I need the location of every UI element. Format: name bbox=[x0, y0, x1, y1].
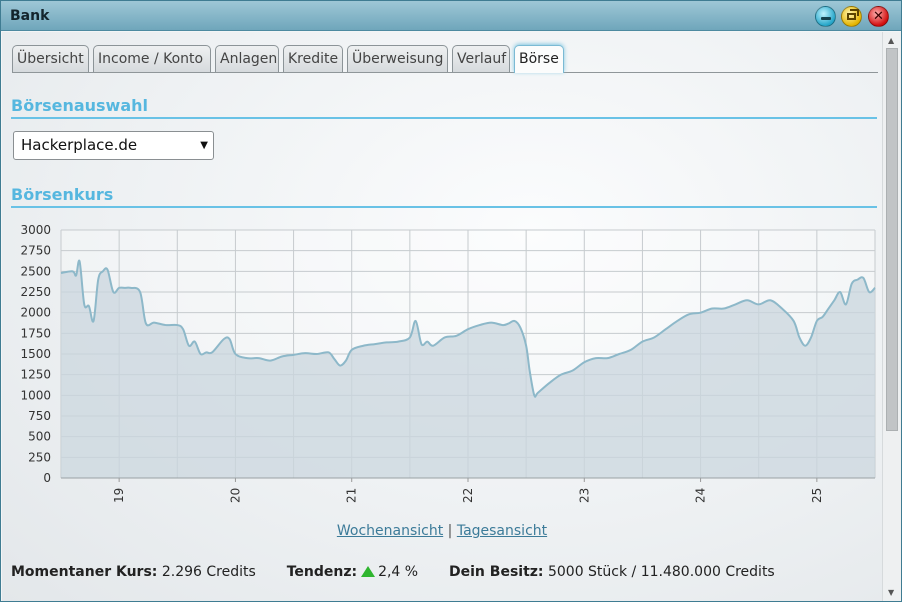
tab-uebersicht[interactable]: Übersicht bbox=[12, 45, 89, 72]
x-tick-label: 19 bbox=[112, 488, 126, 503]
tab-boerse[interactable]: Börse bbox=[514, 45, 564, 73]
y-tick-label: 3000 bbox=[20, 223, 51, 237]
content-panel: Übersicht Income / Konto Anlagen Kredite… bbox=[2, 32, 882, 601]
y-axis: 0 250 500 750 1000 1250 1500 1750 2000 2250 2500 27… bbox=[20, 223, 51, 485]
y-tick-label: 750 bbox=[28, 409, 51, 423]
x-tick-label: 20 bbox=[228, 488, 242, 503]
y-tick-label: 2250 bbox=[20, 285, 51, 299]
minimize-button[interactable] bbox=[815, 6, 836, 27]
y-tick-label: 500 bbox=[28, 430, 51, 444]
exchange-select-value: Hackerplace.de bbox=[21, 136, 138, 154]
x-tick-label: 25 bbox=[810, 488, 824, 503]
holdings-label: Dein Besitz: bbox=[449, 564, 544, 580]
day-view-link[interactable]: Tagesansicht bbox=[457, 523, 547, 539]
trend-up-icon bbox=[361, 566, 376, 577]
scroll-down-icon[interactable]: ▼ bbox=[888, 588, 894, 597]
holdings-value: 5000 Stück / 11.480.000 Credits bbox=[547, 564, 775, 580]
close-icon: ✕ bbox=[873, 9, 884, 24]
tab-kredite[interactable]: Kredite bbox=[283, 45, 343, 72]
x-tick-label: 21 bbox=[345, 488, 359, 503]
y-tick-label: 1500 bbox=[20, 347, 51, 361]
rate-value: 2.296 Credits bbox=[161, 564, 256, 580]
y-tick-label: 0 bbox=[43, 471, 51, 485]
y-tick-label: 1750 bbox=[20, 326, 51, 340]
dropdown-arrow-icon: ▼ bbox=[200, 140, 208, 151]
tab-anlagen[interactable]: Anlagen bbox=[215, 45, 279, 72]
week-view-link[interactable]: Wochenansicht bbox=[337, 523, 443, 539]
window-title: Bank bbox=[10, 8, 50, 24]
x-axis: 19 20 21 22 23 24 25 bbox=[61, 477, 875, 503]
price-chart: 0 250 500 750 1000 1250 1500 1750 2000 2250 2500 27… bbox=[20, 223, 876, 503]
trend-label: Tendenz: bbox=[286, 564, 358, 580]
tab-verlauf[interactable]: Verlauf bbox=[452, 45, 510, 72]
tab-ueberweisung[interactable]: Überweisung bbox=[347, 45, 448, 72]
title-bar[interactable]: Bank ✕ bbox=[1, 1, 901, 31]
view-links: Wochenansicht | Tagesansicht bbox=[2, 523, 882, 539]
bank-window: Bank ✕ Übersicht Income / Konto Anlagen … bbox=[0, 0, 902, 602]
y-tick-label: 1250 bbox=[20, 368, 51, 382]
trend-value: 2,4 % bbox=[378, 564, 419, 580]
y-tick-label: 2500 bbox=[20, 264, 51, 278]
x-tick-label: 23 bbox=[577, 488, 591, 503]
vertical-scrollbar[interactable]: ▲ ▼ bbox=[882, 32, 901, 601]
section-heading-chart: Börsenkurs bbox=[11, 185, 877, 208]
y-tick-label: 1000 bbox=[20, 388, 51, 402]
link-separator: | bbox=[447, 523, 453, 539]
tab-income-konto[interactable]: Income / Konto bbox=[93, 45, 211, 72]
y-tick-label: 2000 bbox=[20, 306, 51, 320]
restore-icon bbox=[847, 9, 859, 20]
x-tick-label: 24 bbox=[694, 488, 708, 503]
scroll-up-icon[interactable]: ▲ bbox=[888, 36, 894, 45]
y-tick-label: 2750 bbox=[20, 244, 51, 258]
maximize-button[interactable] bbox=[841, 6, 862, 27]
y-tick-label: 250 bbox=[28, 450, 51, 464]
tab-bar: Übersicht Income / Konto Anlagen Kredite… bbox=[12, 45, 878, 73]
minimize-icon bbox=[820, 17, 831, 20]
x-tick-label: 22 bbox=[461, 488, 475, 503]
section-heading-exchange: Börsenauswahl bbox=[11, 96, 877, 119]
rate-label: Momentaner Kurs: bbox=[11, 564, 158, 580]
scroll-thumb[interactable] bbox=[886, 48, 898, 431]
exchange-select[interactable]: Hackerplace.de ▼ bbox=[13, 131, 214, 160]
status-line: Momentaner Kurs: 2.296 Credits Tendenz: 2… bbox=[11, 564, 775, 580]
close-button[interactable]: ✕ bbox=[868, 6, 889, 27]
